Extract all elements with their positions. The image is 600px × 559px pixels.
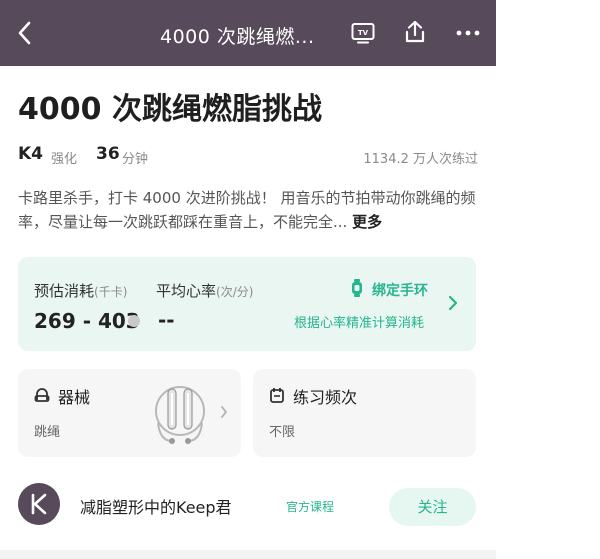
keep-logo-icon <box>31 493 47 515</box>
svg-text:TV: TV <box>358 29 369 37</box>
back-button[interactable] <box>10 18 38 48</box>
heart-rate-label: 平均心率 <box>156 282 217 300</box>
follow-button[interactable]: 关注 <box>389 488 476 526</box>
calories-value: 269 - 403 <box>34 309 140 333</box>
description-text: 卡路里杀手，打卡 4000 次进阶挑战！ 用音乐的节拍带动你跳绳的频率，尽量让每… <box>18 189 476 231</box>
bottom-divider <box>0 550 496 559</box>
course-detail-screen: 4000 次跳绳燃... TV 4000 次跳绳燃脂挑战 K4 强化 36 分钟… <box>0 0 496 559</box>
share-icon[interactable] <box>404 20 426 44</box>
more-icon[interactable] <box>456 30 480 36</box>
level-value: K4 <box>18 144 44 164</box>
equipment-card[interactable]: 器械 跳绳 <box>18 369 241 457</box>
official-tag: 官方课程 <box>286 500 335 514</box>
calendar-icon <box>270 388 284 403</box>
course-description[interactable]: 卡路里杀手，打卡 4000 次进阶挑战！ 用音乐的节拍带动你跳绳的频率，尽量让每… <box>18 186 478 234</box>
calories-unit: (千卡) <box>94 285 128 299</box>
equipment-title: 器械 <box>58 388 91 407</box>
duration-value: 36 <box>96 144 120 164</box>
top-bar-title: 4000 次跳绳燃... <box>160 26 315 48</box>
equipment-value: 跳绳 <box>34 425 61 440</box>
info-icon[interactable] <box>128 315 140 327</box>
course-title: 4000 次跳绳燃脂挑战 <box>18 92 322 127</box>
more-link[interactable]: 更多 <box>352 213 382 231</box>
frequency-value: 不限 <box>269 425 296 440</box>
top-bar: 4000 次跳绳燃... TV <box>0 0 496 66</box>
participants-count: 1134.2 万人次练过 <box>363 152 478 167</box>
frequency-card: 练习频次 不限 <box>253 369 476 457</box>
calories-label: 预估消耗 <box>34 282 95 300</box>
course-meta: K4 强化 36 分钟 1134.2 万人次练过 <box>18 144 478 168</box>
tv-icon[interactable]: TV <box>351 22 375 44</box>
author-name[interactable]: 减脂塑形中的Keep君 <box>80 494 232 518</box>
author-row: 减脂塑形中的Keep君 官方课程 关注 <box>18 483 478 531</box>
stats-card[interactable]: 预估消耗(千卡) 平均心率(次/分) 269 - 403 -- 绑定手环 根据心… <box>18 257 476 351</box>
duration-unit: 分钟 <box>122 152 149 167</box>
equipment-icon <box>34 388 50 402</box>
bind-band-subtitle: 根据心率精准计算消耗 <box>294 316 425 331</box>
chevron-right-icon <box>448 295 458 311</box>
heart-rate-unit: (次/分) <box>216 285 254 299</box>
bind-band-link[interactable]: 绑定手环 <box>372 280 428 300</box>
heart-rate-value: -- <box>158 308 175 332</box>
chevron-right-icon <box>221 406 227 418</box>
wristband-icon <box>352 279 362 297</box>
avatar[interactable] <box>18 483 60 525</box>
calories-label-group: 预估消耗(千卡) <box>34 280 127 301</box>
jump-rope-icon <box>155 386 205 444</box>
level-label: 强化 <box>51 152 78 167</box>
chevron-left-icon <box>18 21 31 45</box>
heart-label-group: 平均心率(次/分) <box>156 280 253 301</box>
frequency-title: 练习频次 <box>293 388 358 407</box>
